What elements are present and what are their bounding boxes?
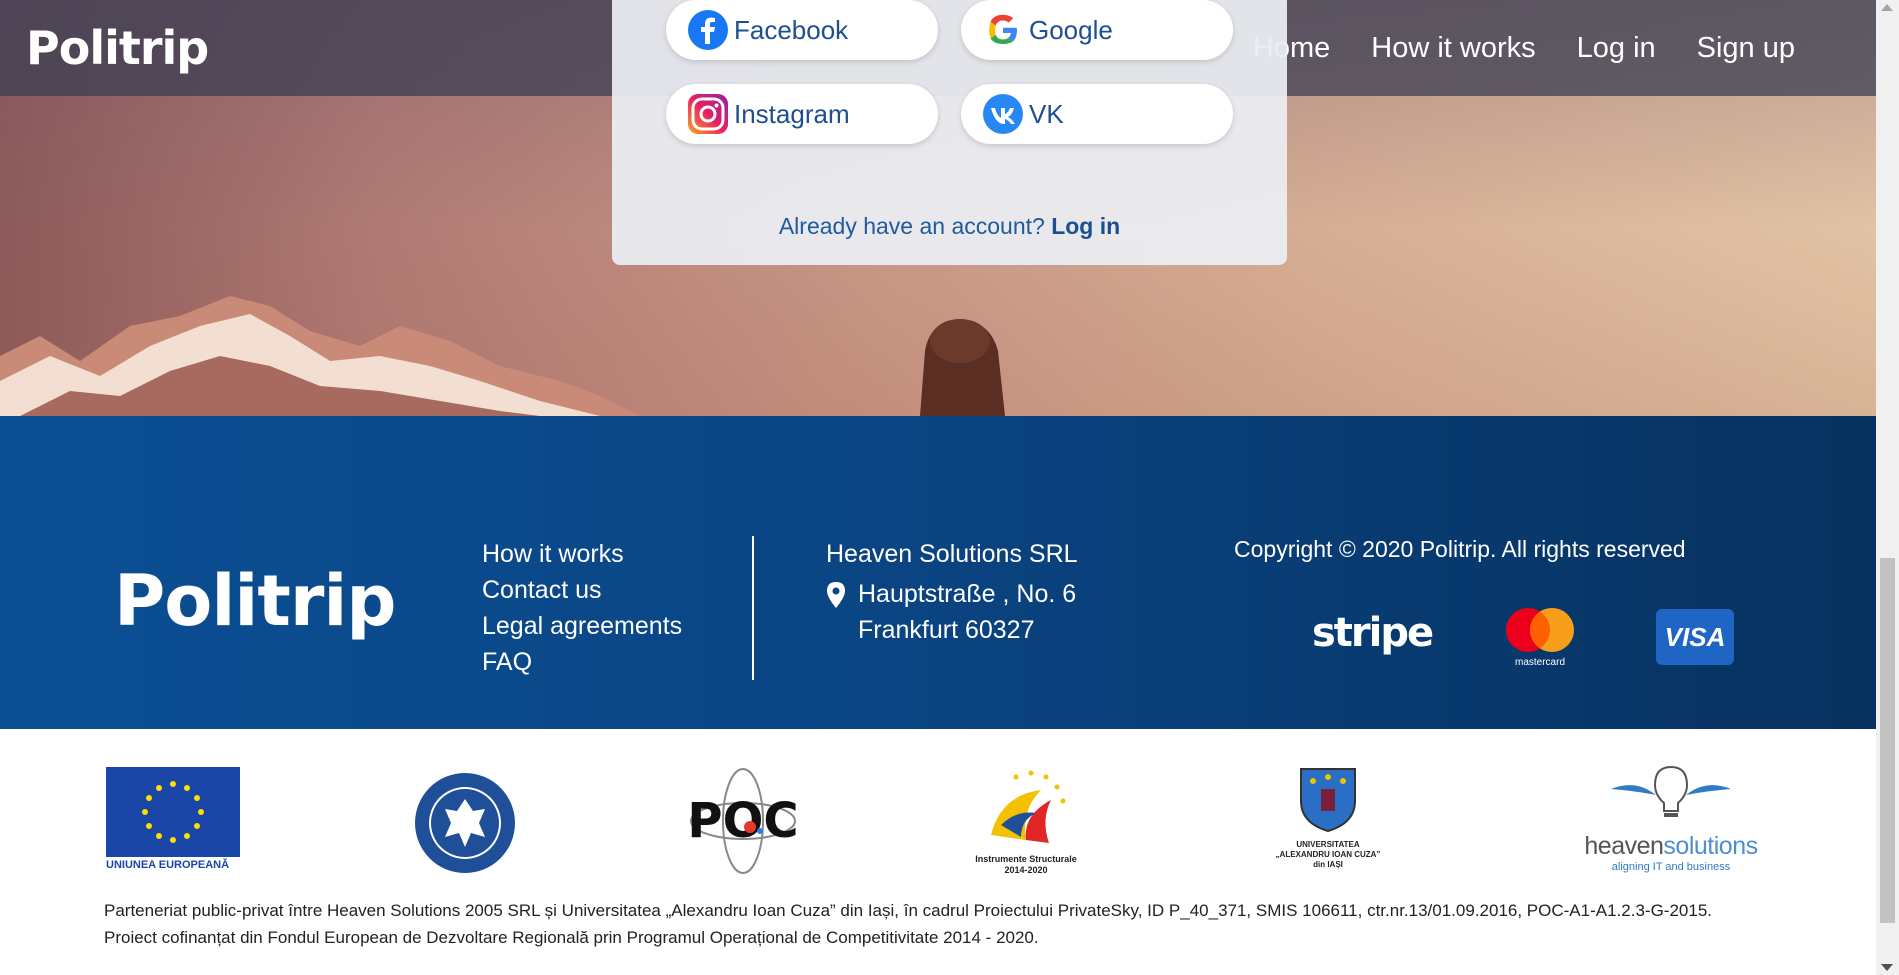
uaic-logo: UNIVERSITATEA „ALEXANDRU IOAN CUZA” din … — [1268, 765, 1388, 870]
footer-links: How it works Contact us Legal agreements… — [482, 536, 682, 680]
card-login-link[interactable]: Log in — [1051, 213, 1120, 239]
footer-contact-link[interactable]: Contact us — [482, 572, 682, 608]
politrip-logo[interactable]: Politrip — [26, 18, 209, 78]
visa-logo: VISA — [1656, 609, 1734, 665]
is-caption-1: Instrumente Structurale — [975, 854, 1077, 864]
uaic-caption-2: „ALEXANDRU IOAN CUZA” — [1275, 850, 1381, 859]
partners-section: UNIUNEA EUROPEANĂ POC Instrumente Struct… — [0, 729, 1876, 975]
eu-caption: UNIUNEA EUROPEANĂ — [106, 859, 230, 871]
google-icon — [983, 10, 1023, 50]
mastercard-logo: mastercard — [1502, 606, 1578, 668]
company-address: Hauptstraße , No. 6 Frankfurt 60327 — [826, 576, 1078, 648]
poc-logo: POC — [687, 765, 799, 882]
instagram-icon — [688, 94, 728, 134]
heaven-solutions-wordmark: heavensolutions — [1576, 832, 1766, 861]
nav-how-it-works-link[interactable]: How it works — [1371, 26, 1535, 70]
scroll-down-arrow-icon[interactable] — [1881, 964, 1893, 971]
hs-word-b: solutions — [1663, 832, 1758, 860]
scroll-up-arrow-icon[interactable] — [1881, 4, 1893, 11]
footer-logo-text: Politrip — [114, 560, 396, 642]
vertical-scrollbar[interactable] — [1876, 0, 1899, 975]
facebook-signup-button[interactable]: Facebook — [666, 0, 938, 60]
footer: Politrip How it works Contact us Legal a… — [0, 416, 1876, 729]
logo-text: Politrip — [26, 21, 209, 75]
footer-logo[interactable]: Politrip — [114, 560, 396, 642]
footer-divider — [752, 536, 754, 680]
uaic-caption-3: din IAȘI — [1313, 860, 1343, 869]
already-text: Already have an account? — [778, 213, 1045, 239]
nav-links: Home How it works Log in Sign up — [1253, 26, 1876, 70]
instagram-signup-button[interactable]: Instagram — [666, 84, 938, 144]
eu-logo: UNIUNEA EUROPEANĂ — [106, 767, 240, 871]
legal-partnership-text: Parteneriat public-privat între Heaven S… — [104, 901, 1712, 947]
location-pin-icon — [826, 582, 850, 648]
footer-how-it-works-link[interactable]: How it works — [482, 536, 682, 572]
mountains-illustration — [0, 296, 640, 416]
company-info: Heaven Solutions SRL Hauptstraße , No. 6… — [826, 536, 1078, 648]
address-line-2: Frankfurt 60327 — [858, 616, 1035, 644]
nav-login-link[interactable]: Log in — [1577, 26, 1656, 70]
hiker-silhouette — [920, 319, 1005, 416]
facebook-icon — [688, 10, 728, 50]
google-signup-button[interactable]: Google — [961, 0, 1233, 60]
mastercard-label: mastercard — [1514, 657, 1565, 668]
nav-signup-link[interactable]: Sign up — [1697, 26, 1795, 70]
footer-legal-link[interactable]: Legal agreements — [482, 608, 682, 644]
already-have-account: Already have an account? Log in — [612, 213, 1287, 240]
google-label: Google — [1029, 14, 1113, 45]
uaic-caption-1: UNIVERSITATEA — [1296, 840, 1360, 849]
signup-card: Facebook Google Instagram VK Already hav… — [612, 0, 1287, 265]
eu-flag-icon — [106, 767, 240, 857]
company-name: Heaven Solutions SRL — [826, 540, 1078, 568]
hs-word-a: heaven — [1584, 832, 1664, 860]
vk-signup-button[interactable]: VK — [961, 84, 1233, 144]
scrollbar-thumb[interactable] — [1880, 558, 1895, 923]
romanian-government-seal — [413, 771, 517, 880]
instrumente-structurale-logo: Instrumente Structurale 2014-2020 — [966, 765, 1086, 876]
poc-logo-text: POC — [688, 793, 798, 849]
heaven-solutions-tagline: aligning IT and business — [1611, 861, 1731, 873]
copyright-text: Copyright © 2020 Politrip. All rights re… — [1234, 536, 1686, 562]
facebook-label: Facebook — [734, 14, 849, 45]
is-caption-2: 2014-2020 — [1004, 865, 1048, 875]
vk-icon — [983, 94, 1023, 134]
instagram-label: Instagram — [734, 98, 850, 129]
address-line-1: Hauptstraße , No. 6 — [858, 580, 1077, 608]
stripe-logo: stripe — [1312, 610, 1434, 656]
vk-label: VK — [1029, 98, 1064, 129]
heaven-solutions-logo: heavensolutions aligning IT and business — [1576, 765, 1766, 873]
footer-faq-link[interactable]: FAQ — [482, 644, 682, 680]
